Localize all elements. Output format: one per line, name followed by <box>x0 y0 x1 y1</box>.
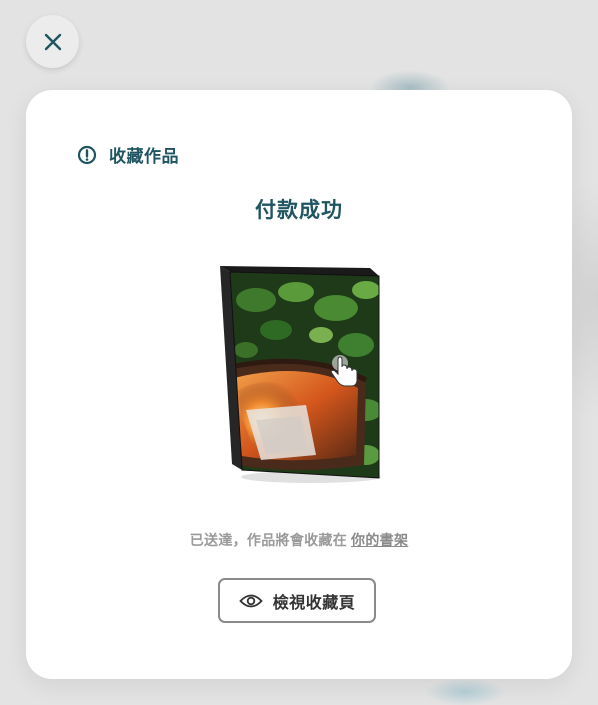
delivery-note-text: 已送達，作品將會收藏在 <box>189 533 348 549</box>
delivery-note: 已送達，作品將會收藏在 你的書架 <box>26 530 572 550</box>
eye-icon <box>238 594 263 607</box>
collection-modal: 收藏作品 付款成功 已送達，作品將會收藏在 你的書架 檢視收藏頁 <box>26 90 572 679</box>
info-circle-icon <box>77 145 97 164</box>
close-icon <box>44 33 61 50</box>
close-button[interactable] <box>26 15 79 68</box>
view-collection-button[interactable]: 檢視收藏頁 <box>218 578 376 623</box>
payment-status-title: 付款成功 <box>255 198 343 222</box>
bookshelf-link[interactable]: 你的書架 <box>351 533 408 549</box>
view-collection-label: 檢視收藏頁 <box>272 592 356 612</box>
book-cover[interactable] <box>216 260 386 485</box>
modal-header: 收藏作品 <box>77 142 179 167</box>
modal-header-title: 收藏作品 <box>109 147 179 167</box>
tap-hand-icon <box>330 355 358 387</box>
